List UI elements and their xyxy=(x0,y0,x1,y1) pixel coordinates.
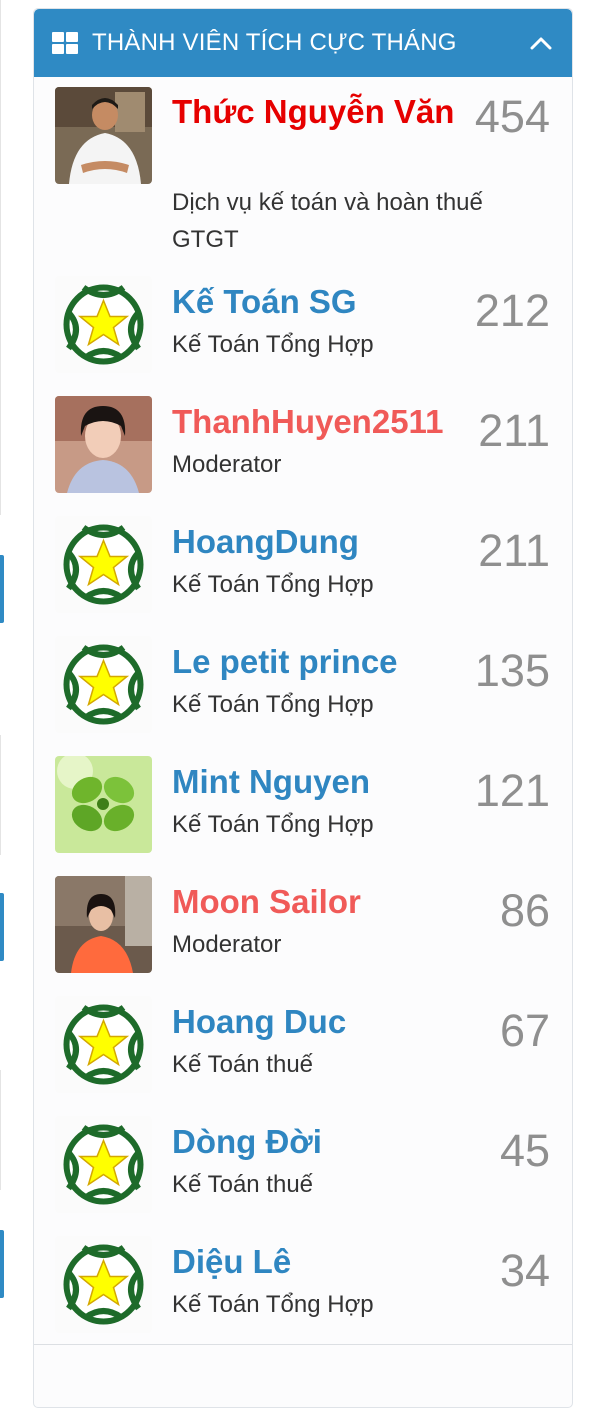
member-avatar[interactable] xyxy=(55,996,152,1093)
member-name[interactable]: HoangDung xyxy=(172,519,462,565)
grid-icon xyxy=(52,32,78,54)
member-item: Moon Sailor Moderator 86 xyxy=(34,876,572,1001)
member-title: Kế Toán thuế xyxy=(172,1051,314,1078)
member-name[interactable]: Le petit prince xyxy=(172,639,462,685)
member-item: Hoang Duc Kế Toán thuế 67 xyxy=(34,996,572,1121)
man-photo-icon xyxy=(55,87,152,184)
edge-divider xyxy=(0,735,1,855)
star-badge-icon xyxy=(55,1116,152,1213)
edge-tab-marker xyxy=(0,893,4,961)
member-avatar[interactable] xyxy=(55,516,152,613)
widget-header: THÀNH VIÊN TÍCH CỰC THÁNG xyxy=(34,9,572,77)
member-item: Le petit prince Kế Toán Tổng Hợp 135 xyxy=(34,636,572,761)
member-avatar[interactable] xyxy=(55,636,152,733)
member-post-count: 212 xyxy=(474,285,550,336)
member-name[interactable]: ThanhHuyen2511 xyxy=(172,399,462,445)
member-avatar[interactable] xyxy=(55,1116,152,1213)
member-title: Kế Toán Tổng Hợp xyxy=(172,1291,374,1318)
member-name[interactable]: Thức Nguyễn Văn xyxy=(172,89,462,135)
chevron-up-icon xyxy=(530,37,552,50)
member-post-count: 45 xyxy=(499,1125,550,1176)
widget-title: THÀNH VIÊN TÍCH CỰC THÁNG xyxy=(92,29,457,56)
star-badge-icon xyxy=(55,1236,152,1333)
member-avatar[interactable] xyxy=(55,396,152,493)
active-members-widget: THÀNH VIÊN TÍCH CỰC THÁNG Thức Nguyễn Vă… xyxy=(33,8,573,1408)
member-name[interactable]: Kế Toán SG xyxy=(172,279,462,325)
list-divider xyxy=(34,1344,572,1345)
star-badge-icon xyxy=(55,996,152,1093)
woman-orange-photo-icon xyxy=(55,876,152,973)
member-post-count: 211 xyxy=(478,525,550,576)
member-item: HoangDung Kế Toán Tổng Hợp 211 xyxy=(34,516,572,641)
edge-tab-marker xyxy=(0,1230,4,1298)
member-item: Dòng Đời Kế Toán thuế 45 xyxy=(34,1116,572,1241)
member-post-count: 454 xyxy=(474,91,550,142)
star-badge-icon xyxy=(55,636,152,733)
star-badge-icon xyxy=(55,276,152,373)
member-name[interactable]: Moon Sailor xyxy=(172,879,462,925)
mint-leaf-photo-icon xyxy=(55,756,152,853)
member-item: Mint Nguyen Kế Toán Tổng Hợp 121 xyxy=(34,756,572,881)
member-avatar[interactable] xyxy=(55,276,152,373)
member-avatar[interactable] xyxy=(55,87,152,184)
member-title: Moderator xyxy=(172,931,282,958)
member-name[interactable]: Hoang Duc xyxy=(172,999,462,1045)
member-post-count: 211 xyxy=(478,405,550,456)
edge-divider xyxy=(0,1070,1,1190)
member-item: ThanhHuyen2511 Moderator 211 xyxy=(34,396,572,521)
member-post-count: 135 xyxy=(474,645,550,696)
member-name[interactable]: Dòng Đời xyxy=(172,1119,462,1165)
member-avatar[interactable] xyxy=(55,876,152,973)
member-name[interactable]: Mint Nguyen xyxy=(172,759,462,805)
member-item: Diệu Lê Kế Toán Tổng Hợp 34 xyxy=(34,1236,572,1341)
member-post-count: 34 xyxy=(499,1245,550,1296)
member-post-count: 67 xyxy=(499,1005,550,1056)
star-badge-icon xyxy=(55,516,152,613)
member-avatar[interactable] xyxy=(55,1236,152,1333)
collapse-button[interactable] xyxy=(528,30,554,56)
page-edge-decoration xyxy=(0,0,6,1360)
edge-tab-marker xyxy=(0,555,4,623)
member-post-count: 86 xyxy=(499,885,550,936)
member-title: Kế Toán thuế xyxy=(172,1171,314,1198)
member-title: Dịch vụ kế toán và hoàn thuế GTGT xyxy=(172,189,483,253)
edge-divider xyxy=(0,0,1,515)
member-name[interactable]: Diệu Lê xyxy=(172,1239,462,1285)
member-item: Thức Nguyễn Văn Dịch vụ kế toán và hoàn … xyxy=(34,87,572,267)
member-item: Kế Toán SG Kế Toán Tổng Hợp 212 xyxy=(34,276,572,401)
woman-photo-icon xyxy=(55,396,152,493)
member-post-count: 121 xyxy=(474,765,550,816)
member-avatar[interactable] xyxy=(55,756,152,853)
